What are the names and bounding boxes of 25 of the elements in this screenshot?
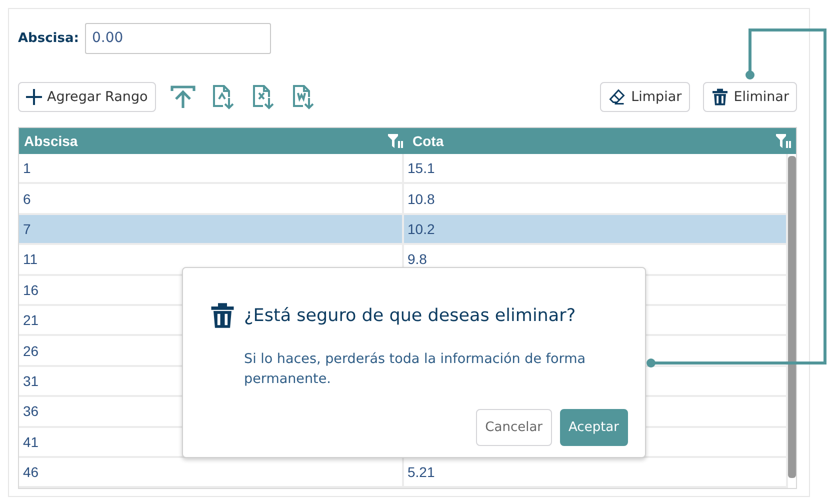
scrollbar[interactable] [788,156,796,478]
table-row[interactable]: 1 15.1 [19,154,788,184]
table-row[interactable]: 7 10.2 [19,214,788,246]
trash-icon [710,88,729,106]
table-cell: 1 [19,154,404,182]
pdf-download-icon [210,84,235,110]
eraser-icon [608,88,626,106]
clear-button[interactable]: Limpiar [600,82,690,112]
add-range-button[interactable]: Agregar Rango [18,82,156,112]
delete-button[interactable]: Eliminar [702,82,797,112]
table-row[interactable]: 46 5.21 [19,458,788,488]
table-cell: 7 [19,214,404,244]
abscisa-input[interactable]: 0.00 [84,22,271,54]
spreadsheet-download-icon [250,84,275,110]
document-download-icon [290,84,315,110]
toolbar-icon-button[interactable] [170,83,196,111]
trash-icon [209,302,236,329]
upload-icon [170,84,196,110]
cancel-button[interactable]: Cancelar [476,409,552,446]
plus-icon [26,89,42,105]
filter-icon [388,134,402,148]
abscisa-label: Abscisa: [18,30,79,46]
filter-icon [776,134,791,148]
table-row[interactable]: 6 10.8 [19,184,788,215]
table-cell: 6 [19,184,404,213]
